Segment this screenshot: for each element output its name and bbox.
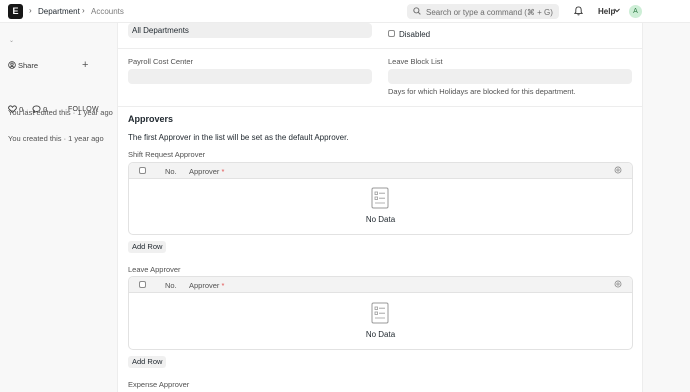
search-placeholder: Search or type a command (⌘ + G) xyxy=(426,7,553,17)
payroll-cost-center-label: Payroll Cost Center xyxy=(128,57,194,66)
share-label: Share xyxy=(18,61,39,70)
leave-block-list-label: Leave Block List xyxy=(388,57,443,66)
column-header-no: No. xyxy=(165,281,177,290)
table-header: No. Approver * xyxy=(129,163,632,179)
bell-icon[interactable] xyxy=(574,6,583,16)
created-info: You created this · 1 year ago xyxy=(8,134,104,143)
column-header-approver: Approver * xyxy=(189,281,225,290)
disabled-label: Disabled xyxy=(399,29,431,39)
expense-approver-label: Expense Approver xyxy=(128,380,190,389)
shift-request-approver-label: Shift Request Approver xyxy=(128,150,206,159)
no-data-document-icon xyxy=(371,302,389,324)
share-button[interactable]: Share xyxy=(8,61,38,70)
chevron-right-icon: › xyxy=(29,6,32,15)
search-bar[interactable]: Search or type a command (⌘ + G) xyxy=(407,4,559,19)
shift-request-approver-table: No. Approver * No Data xyxy=(128,162,633,235)
section-divider xyxy=(118,48,642,49)
chevron-right-icon: › xyxy=(82,6,85,15)
parent-department-field[interactable]: All Departments xyxy=(128,23,372,38)
add-share-plus-icon[interactable]: + xyxy=(82,59,88,71)
sidebar: ⌄ Share + 0 · 0 FOLLOW You last edited t… xyxy=(0,23,117,392)
leave-block-list-description: Days for which Holidays are blocked for … xyxy=(388,87,576,96)
leave-approver-label: Leave Approver xyxy=(128,265,181,274)
empty-table-message: No Data xyxy=(365,215,396,224)
table-header: No. Approver * xyxy=(129,277,632,293)
approvers-section-title: Approvers xyxy=(128,114,174,124)
add-row-button[interactable]: Add Row xyxy=(128,241,167,253)
form-card: All Departments Disabled Payroll Cost Ce… xyxy=(117,23,643,392)
chevron-down-icon[interactable] xyxy=(614,8,620,13)
navbar: E › Department › Accounts Search or type… xyxy=(0,0,690,23)
sidebar-icon-fragment: ⌄ xyxy=(9,40,15,43)
avatar[interactable]: A xyxy=(629,5,642,18)
settings-icon[interactable] xyxy=(614,166,622,174)
no-data-document-icon xyxy=(371,187,389,209)
column-header-no: No. xyxy=(165,167,177,176)
column-header-approver: Approver * xyxy=(189,167,225,176)
settings-icon[interactable] xyxy=(614,280,622,288)
breadcrumb-accounts[interactable]: Accounts xyxy=(91,7,124,16)
select-all-checkbox[interactable] xyxy=(139,167,146,174)
breadcrumb-department[interactable]: Department xyxy=(38,7,80,16)
approvers-note: The first Approver in the list will be s… xyxy=(128,133,349,142)
disabled-checkbox[interactable] xyxy=(388,30,395,37)
parent-department-value: All Departments xyxy=(132,26,189,35)
add-row-button[interactable]: Add Row xyxy=(128,356,167,368)
section-divider xyxy=(118,106,642,107)
payroll-cost-center-input[interactable] xyxy=(128,69,372,84)
empty-table-message: No Data xyxy=(365,330,396,339)
search-icon xyxy=(413,7,421,15)
share-user-icon xyxy=(8,61,16,69)
help-menu[interactable]: Help xyxy=(598,7,615,16)
leave-approver-table: No. Approver * No Data xyxy=(128,276,633,350)
leave-block-list-input[interactable] xyxy=(388,69,632,84)
select-all-checkbox[interactable] xyxy=(139,281,146,288)
last-edited-info: You last edited this · 1 year ago xyxy=(8,108,113,117)
app-logo[interactable]: E xyxy=(8,4,23,19)
